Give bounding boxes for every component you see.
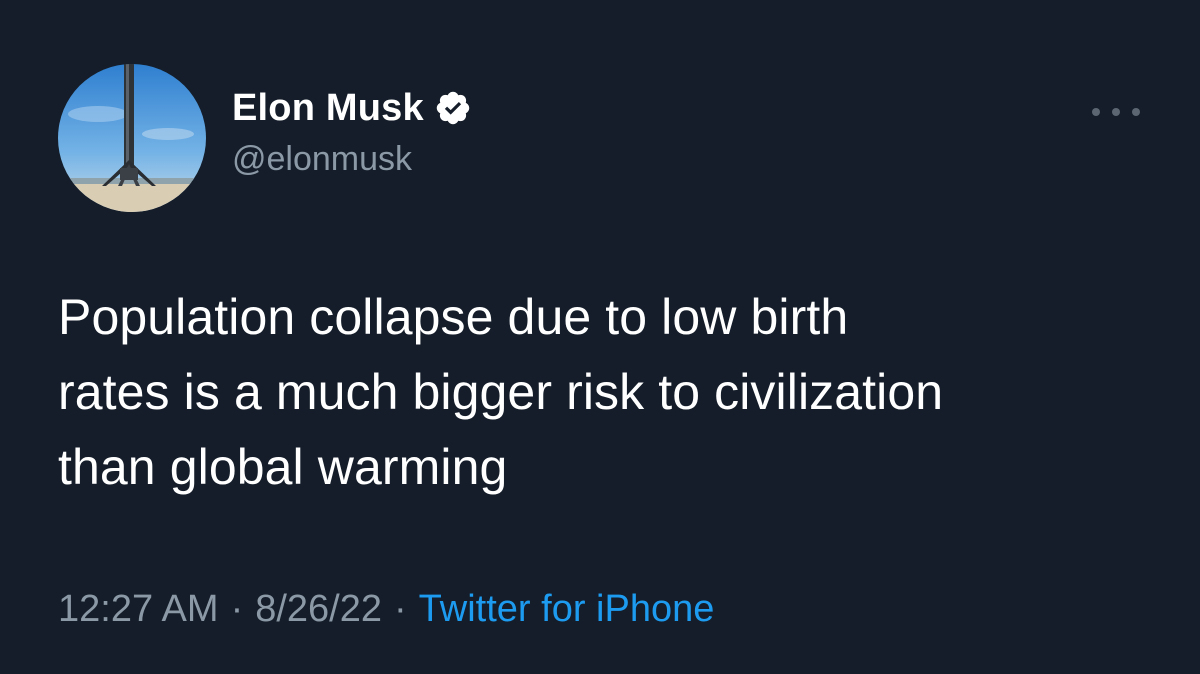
tweet-text-line: rates is a much bigger risk to civilizat… xyxy=(58,364,944,420)
tweet-source-link[interactable]: Twitter for iPhone xyxy=(419,588,715,631)
tweet-card: Elon Musk @elonmusk Population collapse … xyxy=(0,0,1200,674)
rocket-booster-avatar-icon xyxy=(58,64,206,212)
tweet-text-line: than global warming xyxy=(58,439,508,495)
verified-badge-icon xyxy=(434,89,472,127)
meta-separator: · xyxy=(230,588,244,630)
more-options-icon[interactable] xyxy=(1092,100,1140,124)
more-dot xyxy=(1132,108,1140,116)
tweet-text-line: Population collapse due to low birth xyxy=(58,289,849,345)
avatar[interactable] xyxy=(58,64,206,212)
meta-separator: · xyxy=(394,588,407,630)
tweet-meta: 12:27 AM · 8/26/22 · Twitter for iPhone xyxy=(58,588,714,631)
handle[interactable]: @elonmusk xyxy=(232,140,412,179)
tweet-time[interactable]: 12:27 AM xyxy=(58,588,219,631)
more-dot xyxy=(1092,108,1100,116)
tweet-date[interactable]: 8/26/22 xyxy=(255,588,382,631)
tweet-text: Population collapse due to low birth rat… xyxy=(58,280,1158,505)
author-name-row: Elon Musk xyxy=(232,82,472,134)
more-dot xyxy=(1112,108,1120,116)
display-name[interactable]: Elon Musk xyxy=(232,87,424,130)
